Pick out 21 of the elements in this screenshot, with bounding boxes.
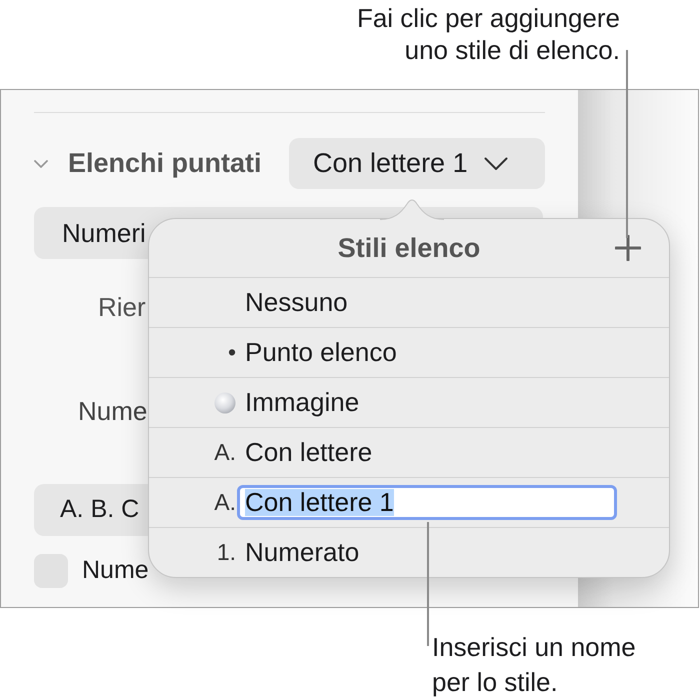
checkbox-label: Nume — [82, 555, 149, 586]
callout-text: Inserisci un nome per lo stile. — [432, 631, 637, 699]
list-style-item[interactable]: Punto elenco — [236, 333, 397, 372]
list-style-item[interactable]: Immagine — [236, 383, 360, 422]
list-style-dropdown[interactable]: Con lettere 1 — [289, 138, 545, 189]
numbering-label: Nume — [78, 394, 148, 428]
style-name-field[interactable]: Con lettere 1 — [237, 485, 617, 520]
image-bullet-icon — [214, 392, 236, 414]
list-marker: A. — [214, 438, 236, 468]
list-marker: A. — [214, 488, 236, 518]
add-icon[interactable] — [615, 235, 641, 261]
callout-text: Fai clic per aggiungere uno stile di elenco. — [356, 2, 620, 67]
list-style-item[interactable]: Numerato — [236, 533, 360, 572]
chevron-down-icon — [484, 156, 508, 170]
list-style-item[interactable]: Con lettere — [236, 433, 372, 472]
list-marker: • — [228, 338, 236, 368]
popover-title: Stili elenco — [338, 232, 480, 265]
list-marker: 1. — [216, 538, 236, 568]
list-style-item[interactable]: Nessuno — [236, 283, 348, 322]
indent-label: Rier — [98, 290, 146, 324]
section-title: Elenchi puntati — [68, 147, 262, 180]
